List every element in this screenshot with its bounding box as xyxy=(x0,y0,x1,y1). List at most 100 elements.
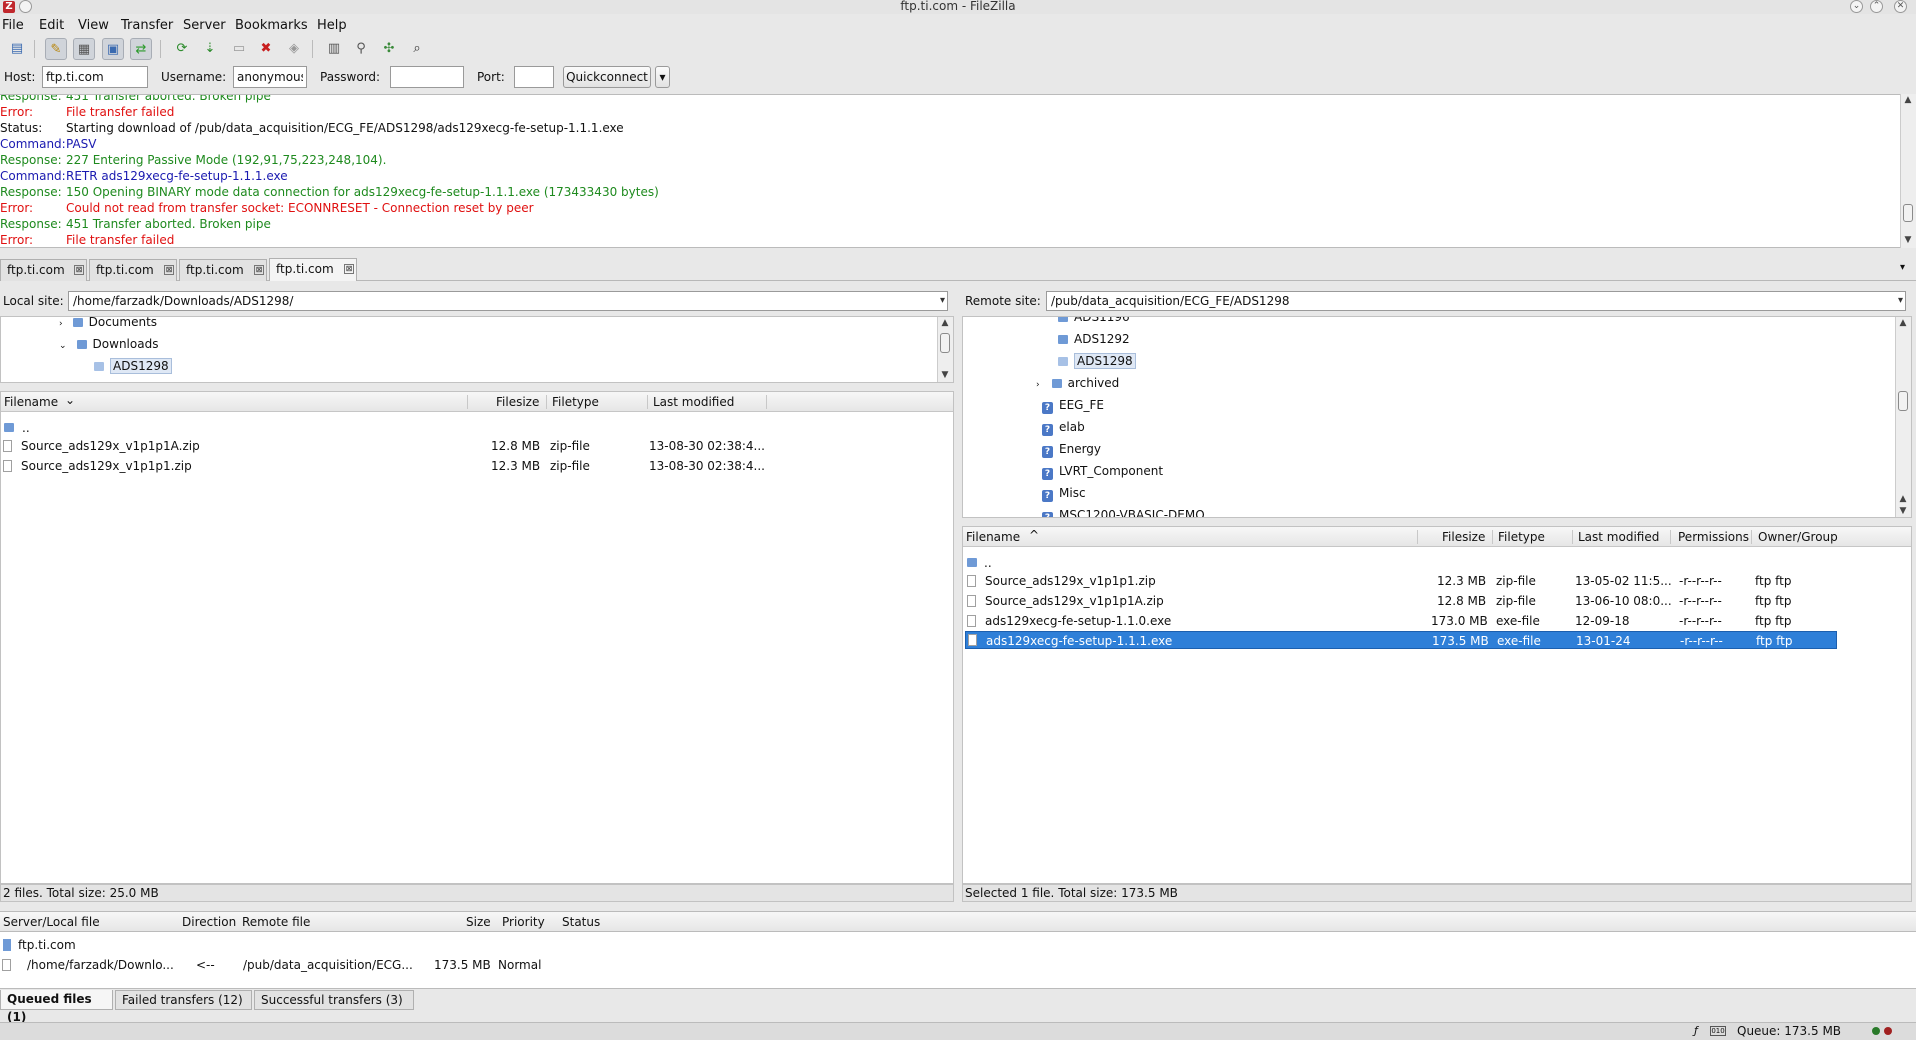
toggle-message-log-icon[interactable]: ✎ xyxy=(45,38,67,60)
menu-file[interactable]: File xyxy=(2,18,24,33)
transfer-queue-list[interactable]: ftp.ti.com /home/farzadk/Downlo... <-- /… xyxy=(0,931,1916,989)
tree-item-documents[interactable]: › Documents xyxy=(59,317,157,332)
table-row-selected[interactable]: ads129xecg-fe-setup-1.1.1.exe 173.5 MB e… xyxy=(965,631,1837,649)
remote-file-list[interactable]: Filename ^ Filesize Filetype Last modifi… xyxy=(962,526,1912,884)
directory-comparison-icon[interactable]: ▥ xyxy=(323,38,345,60)
tree-item-downloads[interactable]: ⌄ Downloads xyxy=(59,334,158,354)
table-row[interactable]: Source_ads129x_v1p1p1A.zip 12.8 MB zip-f… xyxy=(963,592,1859,610)
column-filename[interactable]: Filename xyxy=(966,530,1020,544)
column-size[interactable]: Size xyxy=(466,915,491,929)
binary-mode-icon[interactable]: 010 xyxy=(1710,1026,1726,1036)
reconnect-icon[interactable]: ◈ xyxy=(283,38,305,60)
close-tab-icon[interactable]: ⊠ xyxy=(254,265,264,275)
scroll-down-icon[interactable]: ▼ xyxy=(1901,234,1915,246)
scroll-down-icon[interactable]: ▼ xyxy=(1896,505,1910,517)
username-field[interactable] xyxy=(233,66,307,88)
scroll-up-icon[interactable]: ▲ xyxy=(938,317,952,329)
filter-icon[interactable]: ⚲ xyxy=(350,38,372,60)
chevron-down-icon[interactable]: ▾ xyxy=(940,292,945,310)
tree-item-ads1292[interactable]: ADS1292 xyxy=(1058,329,1130,349)
message-log-scrollbar[interactable]: ▲ ▼ xyxy=(1900,94,1916,248)
tab-queued-files[interactable]: Queued files (1) xyxy=(0,990,113,1024)
scroll-up-icon[interactable]: ▲ xyxy=(1896,317,1910,329)
local-directory-tree[interactable]: › Documents ⌄ Downloads ADS1298 ▲ ▼ xyxy=(0,316,954,383)
toggle-remote-tree-icon[interactable]: ▣ xyxy=(102,38,124,60)
message-log[interactable]: Response: 451 Transfer aborted. Broken pi… xyxy=(0,94,1900,248)
quickconnect-button[interactable]: Quickconnect xyxy=(563,66,651,88)
maximize-button[interactable]: ⌃ xyxy=(1870,0,1883,13)
tree-item-archived[interactable]: › archived xyxy=(1036,373,1119,393)
local-file-list[interactable]: Filename ⌄ Filesize Filetype Last modifi… xyxy=(0,391,954,884)
local-site-path[interactable]: /home/farzadk/Downloads/ADS1298/▾ xyxy=(68,291,948,311)
remote-directory-tree[interactable]: ADS1196 ADS1292 ADS1298 › archived ? EEG_F… xyxy=(962,316,1912,518)
column-priority[interactable]: Priority xyxy=(502,915,545,929)
scrollbar-thumb[interactable] xyxy=(940,333,950,353)
table-row[interactable]: ads129xecg-fe-setup-1.1.0.exe 173.0 MB e… xyxy=(963,612,1859,630)
column-server-local-file[interactable]: Server/Local file xyxy=(3,915,100,929)
column-filetype[interactable]: Filetype xyxy=(1498,530,1545,544)
toggle-transfer-queue-icon[interactable]: ⇄ xyxy=(130,38,152,60)
toggle-local-tree-icon[interactable]: ▦ xyxy=(73,38,95,60)
scroll-up-icon[interactable]: ▲ xyxy=(1901,94,1915,106)
filter-status-icon[interactable]: ƒ xyxy=(1694,1024,1698,1037)
menu-help[interactable]: Help xyxy=(317,18,347,33)
queue-server-row[interactable]: ftp.ti.com xyxy=(0,936,600,954)
password-field[interactable] xyxy=(390,66,464,88)
tree-item-elab[interactable]: ? elab xyxy=(1042,417,1085,437)
chevron-right-icon[interactable]: › xyxy=(59,319,63,329)
tab-connection-2[interactable]: ftp.ti.com ⊠ xyxy=(89,259,177,281)
disconnect-icon[interactable]: ✖ xyxy=(255,38,277,60)
tree-item-ads1196[interactable]: ADS1196 xyxy=(1058,317,1130,327)
scrollbar-thumb[interactable] xyxy=(1903,204,1913,222)
tab-connection-3[interactable]: ftp.ti.com ⊠ xyxy=(179,259,267,281)
table-row[interactable]: Source_ads129x_v1p1p1.zip 12.3 MB zip-fi… xyxy=(1,457,951,475)
tree-item-msc1200[interactable]: ? MSC1200-VBASIC-DEMO xyxy=(1042,505,1205,517)
close-tab-icon[interactable]: ⊠ xyxy=(164,265,174,275)
tab-list-dropdown-icon[interactable]: ▾ xyxy=(1900,262,1905,273)
local-tree-scrollbar[interactable]: ▲ ▼ xyxy=(937,317,953,382)
column-status[interactable]: Status xyxy=(562,915,600,929)
tree-item-lvrt-component[interactable]: ? LVRT_Component xyxy=(1042,461,1163,481)
remote-tree-scrollbar[interactable]: ▲ ▲ ▼ xyxy=(1895,317,1911,517)
chevron-right-icon[interactable]: › xyxy=(1036,380,1040,390)
tree-item-ads1298[interactable]: ADS1298 xyxy=(1058,351,1136,371)
column-filetype[interactable]: Filetype xyxy=(552,395,599,409)
column-filesize[interactable]: Filesize xyxy=(496,395,539,409)
column-direction[interactable]: Direction xyxy=(182,915,236,929)
tree-item-energy[interactable]: ? Energy xyxy=(1042,439,1101,459)
synchronized-browsing-icon[interactable]: ✣ xyxy=(378,38,400,60)
quickconnect-history-dropdown[interactable]: ▾ xyxy=(655,66,670,88)
refresh-icon[interactable]: ⟳ xyxy=(171,38,193,60)
chevron-down-icon[interactable]: ▾ xyxy=(1898,292,1903,310)
tree-item-ads1298[interactable]: ADS1298 xyxy=(94,356,172,376)
column-owner-group[interactable]: Owner/Group xyxy=(1758,530,1838,544)
minimize-button[interactable]: ⌄ xyxy=(1850,0,1863,13)
site-manager-icon[interactable]: ▤ xyxy=(6,38,28,60)
tree-item-misc[interactable]: ? Misc xyxy=(1042,483,1086,503)
queue-item-row[interactable]: /home/farzadk/Downlo... <-- /pub/data_ac… xyxy=(0,956,600,974)
tab-connection-4[interactable]: ftp.ti.com ⊠ xyxy=(269,258,357,281)
close-tab-icon[interactable]: ⊠ xyxy=(74,265,84,275)
column-permissions[interactable]: Permissions xyxy=(1678,530,1749,544)
table-row[interactable]: Source_ads129x_v1p1p1.zip 12.3 MB zip-fi… xyxy=(963,572,1859,590)
column-last-modified[interactable]: Last modified xyxy=(653,395,734,409)
menu-edit[interactable]: Edit xyxy=(39,18,64,33)
chevron-down-icon[interactable]: ⌄ xyxy=(59,341,67,351)
search-remote-files-icon[interactable]: ⌕ xyxy=(406,38,428,60)
column-last-modified[interactable]: Last modified xyxy=(1578,530,1659,544)
scroll-down-icon[interactable]: ▼ xyxy=(938,369,952,381)
menu-transfer[interactable]: Transfer xyxy=(121,18,173,33)
column-remote-file[interactable]: Remote file xyxy=(242,915,310,929)
list-item-parent[interactable]: .. xyxy=(963,554,1909,572)
menu-server[interactable]: Server xyxy=(183,18,226,33)
column-filename[interactable]: Filename xyxy=(4,395,58,409)
tab-failed-transfers[interactable]: Failed transfers (12) xyxy=(115,990,252,1010)
process-queue-icon[interactable]: ⇣ xyxy=(199,38,221,60)
host-field[interactable] xyxy=(42,66,148,88)
close-window-button[interactable]: ✕ xyxy=(1894,0,1907,13)
menu-bookmarks[interactable]: Bookmarks xyxy=(235,18,308,33)
remote-site-path[interactable]: /pub/data_acquisition/ECG_FE/ADS1298 ▾ xyxy=(1046,291,1906,311)
scroll-up-icon[interactable]: ▲ xyxy=(1896,493,1910,505)
menu-view[interactable]: View xyxy=(78,18,109,33)
tree-item-eeg-fe[interactable]: ? EEG_FE xyxy=(1042,395,1104,415)
